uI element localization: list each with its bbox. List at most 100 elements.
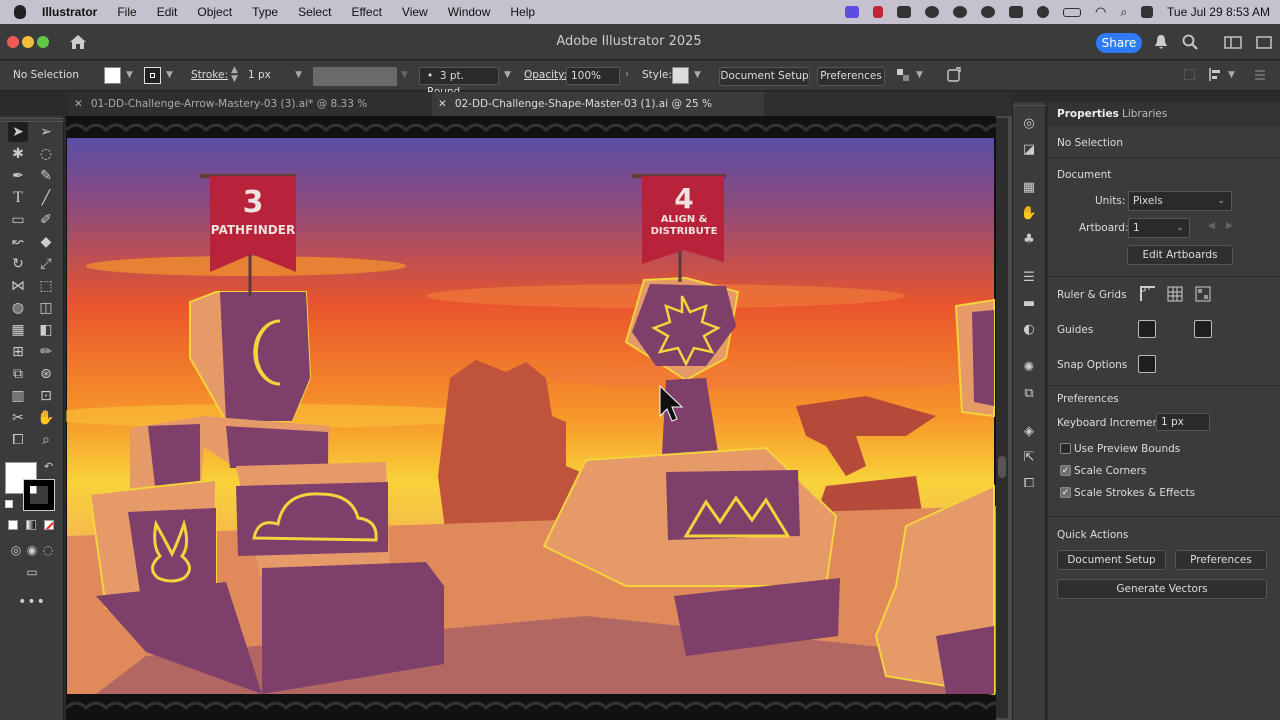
battery-icon[interactable]: [1062, 7, 1081, 17]
generate-vectors-button[interactable]: Generate Vectors: [1057, 579, 1267, 599]
control-bar-menu-icon[interactable]: [1254, 69, 1266, 81]
line-segment-tool-icon[interactable]: ╱: [36, 188, 56, 208]
rulers-icon[interactable]: [1139, 285, 1157, 303]
direct-selection-tool-icon[interactable]: ➢: [36, 122, 56, 142]
artboard-selector[interactable]: 1 ⌄: [1128, 218, 1190, 238]
color-mode-icon[interactable]: [8, 520, 18, 530]
slice-tool-icon[interactable]: ✂: [8, 408, 28, 428]
align-objects-icon[interactable]: [1184, 69, 1195, 80]
menu-object[interactable]: Object: [197, 5, 232, 19]
menu-effect[interactable]: Effect: [351, 5, 381, 19]
stroke-swatch[interactable]: [144, 67, 161, 84]
print-tiling-tool-icon[interactable]: ⧠: [8, 430, 28, 450]
scale-tool-icon[interactable]: ⤢: [36, 254, 56, 274]
vertical-scroll-thumb[interactable]: [998, 456, 1006, 478]
arrange-icon[interactable]: [896, 67, 910, 83]
live-paint-bucket-tool-icon[interactable]: ◫: [36, 298, 56, 318]
menu-help[interactable]: Help: [510, 5, 535, 19]
variable-width-profile[interactable]: [313, 67, 397, 86]
opacity-field[interactable]: 100%: [566, 67, 620, 85]
align-left-icon[interactable]: [1208, 67, 1222, 82]
tool-icon[interactable]: [1008, 6, 1023, 18]
record-icon[interactable]: [872, 6, 883, 18]
opacity-arrow-icon[interactable]: ›: [625, 69, 629, 80]
cloud-icon[interactable]: [924, 6, 939, 18]
snap-to-pixel-icon[interactable]: [1166, 355, 1184, 373]
snap-to-glyph-icon[interactable]: [1194, 355, 1212, 373]
style-swatch[interactable]: [672, 67, 689, 84]
none-mode-icon[interactable]: [44, 520, 54, 530]
show-guides-icon[interactable]: [1138, 320, 1156, 338]
width-tool-icon[interactable]: ⋈: [8, 276, 28, 296]
share-button[interactable]: Share: [1096, 33, 1142, 53]
edit-artboards-button[interactable]: Edit Artboards: [1127, 245, 1233, 265]
align-chevron-icon[interactable]: ▼: [1228, 70, 1235, 80]
brush-chevron-icon[interactable]: ▼: [504, 70, 511, 80]
shape-builder-tool-icon[interactable]: ◍: [8, 298, 28, 318]
magic-wand-tool-icon[interactable]: ✱: [8, 144, 28, 164]
lasso-tool-icon[interactable]: ◌: [36, 144, 56, 164]
gradient-panel-icon[interactable]: ▬: [1020, 294, 1038, 312]
transparency-grid-icon[interactable]: [1194, 285, 1212, 303]
tab-libraries[interactable]: Libraries: [1122, 108, 1167, 120]
artboards-panel-icon[interactable]: ⧠: [1020, 474, 1038, 492]
zoom-tool-icon[interactable]: ⌕: [36, 430, 56, 450]
paintbrush-tool-icon[interactable]: ✐: [36, 210, 56, 230]
workspace-switcher-icon[interactable]: [1224, 36, 1242, 49]
scale-corners-checkbox[interactable]: ✓: [1060, 465, 1071, 476]
stroke-color-dropdown-chevron-icon[interactable]: ▼: [166, 70, 173, 80]
swap-colors-icon[interactable]: ↶: [44, 460, 53, 473]
curvature-tool-icon[interactable]: ✎: [36, 166, 56, 186]
pen-tool-icon[interactable]: ✒: [8, 166, 28, 186]
menu-edit[interactable]: Edit: [157, 5, 178, 19]
selection-tool-icon[interactable]: ➤: [8, 122, 28, 142]
stroke-weight-field[interactable]: 1 px ▼: [244, 67, 308, 85]
icon-strip-grip[interactable]: [1013, 102, 1047, 106]
menu-type[interactable]: Type: [252, 5, 278, 19]
edit-toolbar-more-icon[interactable]: •••: [18, 592, 45, 612]
menu-app[interactable]: Illustrator: [42, 5, 97, 19]
menu-select[interactable]: Select: [298, 5, 331, 19]
menu-view[interactable]: View: [402, 5, 428, 19]
previous-artboard-icon[interactable]: ◀: [1208, 221, 1215, 231]
scale-strokes-checkbox[interactable]: ✓: [1060, 487, 1071, 498]
fill-dropdown-chevron-icon[interactable]: ▼: [126, 70, 133, 80]
rectangle-tool-icon[interactable]: ▭: [8, 210, 28, 230]
fill-swatch[interactable]: [104, 67, 121, 84]
units-dropdown[interactable]: Pixels ⌄: [1128, 191, 1232, 211]
control-center-icon[interactable]: [1141, 6, 1154, 18]
blend-tool-icon[interactable]: ⧉: [8, 364, 28, 384]
profile-chevron-icon[interactable]: ▼: [401, 70, 408, 80]
screen-mode-icon[interactable]: ▭: [22, 562, 42, 582]
close-tab-icon[interactable]: ✕: [74, 98, 83, 110]
gradient-tool-icon[interactable]: ◧: [36, 320, 56, 340]
snap-to-point-icon[interactable]: [1138, 355, 1156, 373]
free-transform-tool-icon[interactable]: ⬚: [36, 276, 56, 296]
arrange-documents-icon[interactable]: [1256, 36, 1272, 49]
graphic-styles-panel-icon[interactable]: ◪: [1020, 140, 1038, 158]
menubar-clock[interactable]: Tue Jul 29 8:53 AM: [1167, 5, 1270, 19]
tab-properties[interactable]: Properties: [1057, 108, 1119, 120]
color-guide-panel-icon[interactable]: ✺: [1020, 358, 1038, 376]
keyboard-increment-field[interactable]: 1 px: [1156, 413, 1210, 431]
document-setup-button[interactable]: Document Setup: [719, 67, 810, 86]
lock-guides-icon[interactable]: [1166, 320, 1184, 338]
symbol-sprayer-tool-icon[interactable]: ⊛: [36, 364, 56, 384]
tab-document-1[interactable]: ✕ 01-DD-Challenge-Arrow-Mastery-03 (3).ai…: [68, 92, 428, 134]
artboard-tool-icon[interactable]: ⊡: [36, 386, 56, 406]
menu-file[interactable]: File: [117, 5, 136, 19]
preferences-button[interactable]: Preferences: [817, 67, 885, 86]
menu-window[interactable]: Window: [448, 5, 491, 19]
play-icon[interactable]: [1036, 6, 1049, 18]
recolor-icon[interactable]: [946, 66, 962, 84]
type-tool-icon[interactable]: T: [8, 188, 28, 208]
shaper-tool-icon[interactable]: ↜: [8, 232, 28, 252]
eyedropper-tool-icon[interactable]: ✏: [36, 342, 56, 362]
extension-icon[interactable]: [896, 6, 911, 18]
search-icon[interactable]: [1182, 34, 1198, 50]
wifi-icon[interactable]: ◠: [1095, 4, 1106, 20]
notifications-icon[interactable]: [1154, 34, 1168, 50]
screen-share-icon[interactable]: [844, 6, 859, 18]
default-colors-icon[interactable]: [5, 500, 13, 508]
quick-document-setup-button[interactable]: Document Setup: [1057, 550, 1166, 570]
